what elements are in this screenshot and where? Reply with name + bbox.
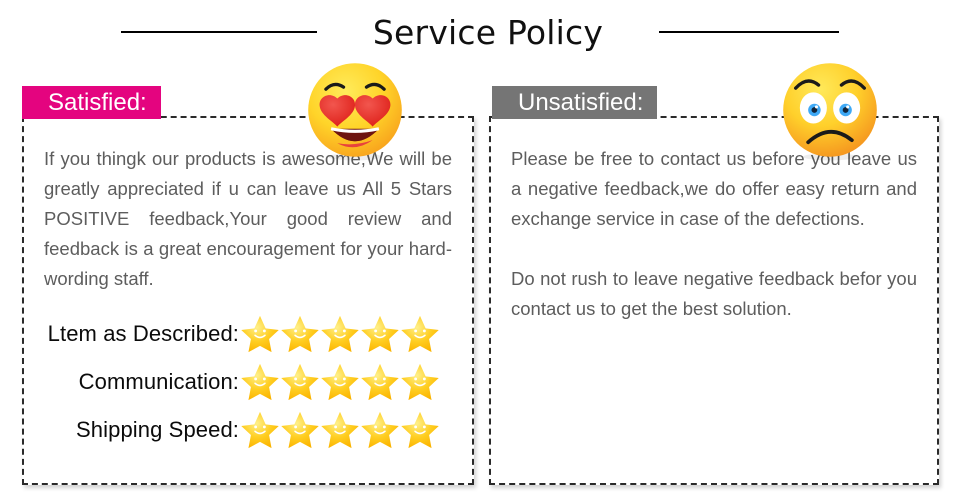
star-rating-communication [240,362,440,402]
star-icon [280,314,320,354]
star-icon [400,314,440,354]
star-rating-item-as-described [240,314,440,354]
unsatisfied-panel: Please be free to contact us before you … [489,116,939,485]
unsatisfied-badge: Unsatisfied: [492,86,658,119]
unsatisfied-paragraph-2: Do not rush to leave negative feedback b… [511,268,917,319]
star-rating-shipping-speed [240,410,440,450]
satisfied-panel: If you thingk our products is awesome,We… [22,116,474,485]
sad-face-emoji [778,58,882,162]
star-icon [240,362,280,402]
page-title: Service Policy [372,12,604,52]
star-icon [400,362,440,402]
star-icon [320,410,360,450]
rating-row: Shipping Speed: [44,406,440,454]
rating-row: Communication: [44,358,440,406]
rating-list: Ltem as Described: Communication: Shippi… [44,310,452,454]
page-header: Service Policy [0,6,960,58]
title-rule-left-icon [120,31,317,33]
rating-label-shipping-speed: Shipping Speed: [76,417,239,442]
star-icon [280,410,320,450]
star-icon [360,362,400,402]
star-icon [280,362,320,402]
star-icon [240,314,280,354]
satisfied-badge: Satisfied: [22,86,161,119]
star-icon [240,410,280,450]
star-icon [400,410,440,450]
policy-panels: If you thingk our products is awesome,We… [0,116,960,488]
heart-eyes-emoji [303,58,407,162]
satisfied-paragraph: If you thingk our products is awesome,We… [44,148,452,289]
star-icon [320,362,360,402]
star-icon [360,314,400,354]
star-icon [320,314,360,354]
rating-label-item-as-described: Ltem as Described: [47,321,239,346]
satisfied-panel-body: If you thingk our products is awesome,We… [24,118,472,454]
title-rule-right-icon [659,31,840,33]
rating-label-communication: Communication: [78,369,239,394]
rating-row: Ltem as Described: [44,310,440,358]
star-icon [360,410,400,450]
